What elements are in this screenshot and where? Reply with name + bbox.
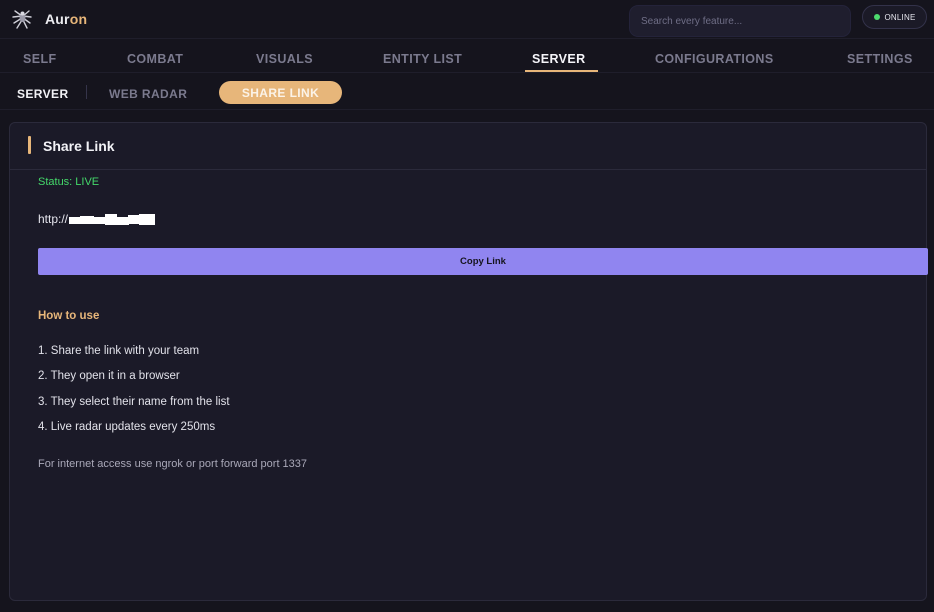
status-badge: ONLINE [862, 5, 927, 29]
tab-configurations[interactable]: CONFIGURATIONS [655, 52, 774, 66]
instruction-step: 2. They open it in a browser [38, 370, 180, 382]
main-tab-bar: SELF COMBAT VISUALS ENTITY LIST SERVER C… [0, 38, 934, 73]
subtab-server[interactable]: SERVER [17, 87, 69, 101]
instruction-step: 3. They select their name from the list [38, 396, 230, 408]
tab-server[interactable]: SERVER [532, 52, 586, 66]
app-title-main: Aur [45, 11, 70, 27]
instruction-step: 4. Live radar updates every 250ms [38, 421, 216, 433]
how-to-use-heading: How to use [38, 310, 100, 322]
app-title-accent: on [69, 11, 88, 27]
subtab-divider [86, 85, 87, 99]
search-box[interactable] [629, 5, 851, 37]
share-url[interactable]: http:// [38, 212, 156, 226]
tab-self[interactable]: SELF [23, 52, 57, 66]
share-url-prefix: http:// [38, 212, 69, 226]
top-bar: Auron ONLINE [0, 0, 934, 38]
subtab-share-link[interactable]: SHARE LINK [219, 81, 342, 104]
tab-visuals[interactable]: VISUALS [256, 52, 313, 66]
panel-header: Share Link [10, 123, 926, 170]
status-dot-icon [873, 14, 880, 20]
subtab-web-radar[interactable]: WEB RADAR [109, 87, 187, 101]
active-tab-underline [525, 70, 598, 72]
status-label: ONLINE [884, 12, 916, 22]
tab-combat[interactable]: COMBAT [127, 52, 183, 66]
sub-tab-bar: SERVER WEB RADAR SHARE LINK [0, 74, 934, 110]
share-link-panel: Share Link Status: LIVE http:// Copy Lin… [9, 122, 928, 601]
internet-access-note: For internet access use ngrok or port fo… [38, 458, 308, 470]
panel-accent-bar [28, 136, 31, 154]
instruction-step: 1. Share the link with your team [38, 345, 200, 357]
tab-entity-list[interactable]: ENTITY LIST [383, 52, 462, 66]
copy-link-button[interactable]: Copy Link [38, 248, 928, 275]
app-title: Auron [45, 11, 87, 27]
logo-icon [12, 10, 32, 29]
live-status-text: Status: LIVE [38, 176, 100, 188]
panel-title: Share Link [43, 138, 115, 154]
redacted-url [69, 213, 156, 225]
tab-settings[interactable]: SETTINGS [847, 52, 913, 66]
search-input[interactable] [641, 15, 841, 27]
